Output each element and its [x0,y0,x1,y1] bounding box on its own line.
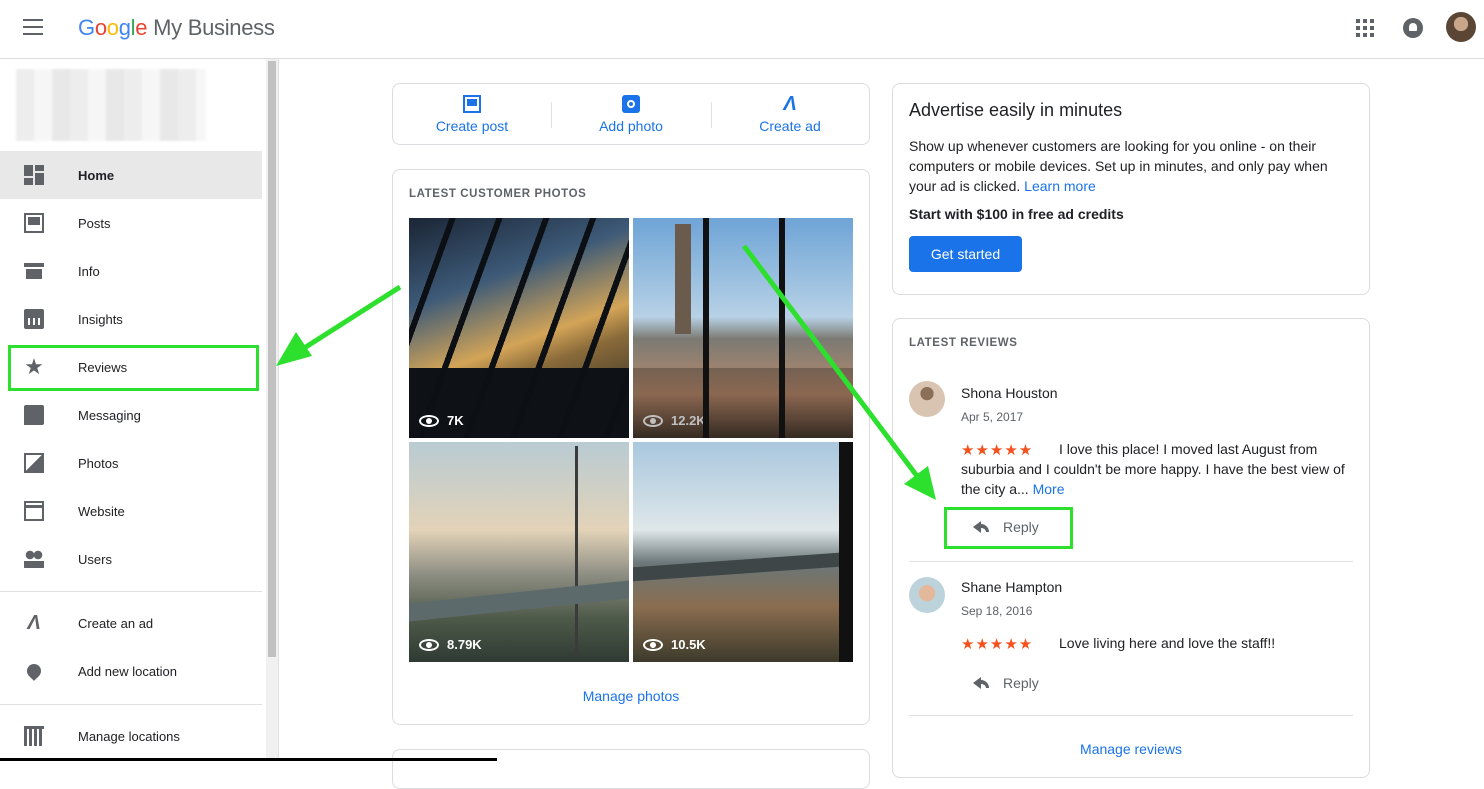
sidebar-item-label: Insights [78,311,123,327]
sidebar-divider [0,704,262,705]
sidebar-divider [0,591,262,592]
sidebar-item-manage-locations[interactable]: Manage locations [0,712,262,760]
view-count: 12.2K [643,413,706,428]
account-avatar[interactable] [1446,12,1476,42]
eye-icon [419,414,439,427]
sidebar-item-info[interactable]: Info [0,247,262,295]
star-rating: ★★★★★ [961,636,1034,653]
advertise-card: Advertise easily in minutes Show up when… [892,83,1370,295]
sidebar-item-label: Home [78,167,115,183]
chat-icon [24,405,44,425]
sidebar-item-insights[interactable]: Insights [0,295,262,343]
sidebar-item-label: Manage locations [78,728,180,744]
next-card [392,749,870,789]
customer-photo-4[interactable]: 10.5K [633,442,853,662]
highlight-box-reviews [8,345,259,391]
sidebar-item-messaging[interactable]: Messaging [0,391,262,439]
review-more-link[interactable]: More [1033,481,1065,497]
add-location-icon [24,661,44,681]
customer-photo-2[interactable]: 12.2K [633,218,853,438]
latest-reviews-card: LATEST REVIEWS Shona Houston Apr 5, 2017… [892,318,1370,778]
hamburger-menu-icon[interactable] [23,19,43,37]
quick-actions-card: Create post Add photo Λ Create ad [392,83,870,145]
sidebar-item-label: Posts [78,215,111,231]
sidebar-item-label: Website [78,503,125,519]
sidebar-item-website[interactable]: Website [0,487,262,535]
scrollbar-thumb[interactable] [268,61,276,657]
website-icon [24,501,44,521]
sidebar-item-label: Add new location [78,663,178,679]
sidebar-item-label: Info [78,263,100,279]
create-ad-button[interactable]: Λ Create ad [711,84,869,144]
sidebar-item-users[interactable]: Users [0,535,262,583]
users-icon [24,549,44,569]
reviewer-name[interactable]: Shane Hampton [961,579,1062,595]
reviewer-avatar[interactable] [909,577,945,613]
review-divider [909,561,1353,562]
view-count: 10.5K [643,637,706,652]
customer-photo-1[interactable]: 7K [409,218,629,438]
eye-icon [643,638,663,651]
ad-card-body: Show up whenever customers are looking f… [909,138,1328,194]
sidebar-item-home[interactable]: Home [0,151,262,199]
learn-more-link[interactable]: Learn more [1024,178,1096,194]
apps-grid-icon[interactable] [1356,19,1374,37]
top-app-bar: Google My Business [0,0,1484,59]
manage-reviews-link[interactable]: Manage reviews [893,741,1369,757]
get-started-button[interactable]: Get started [909,236,1022,272]
storefront-icon [24,261,44,281]
notifications-icon[interactable] [1403,18,1423,38]
section-title: LATEST REVIEWS [909,337,1018,349]
add-photo-label: Add photo [599,118,663,134]
create-post-label: Create post [435,118,509,134]
add-photo-icon [622,95,640,113]
review-date: Sep 18, 2016 [961,604,1033,618]
post-icon [463,95,481,113]
sidebar: Home Posts Info Insights ★ Reviews Messa… [0,59,266,761]
view-count: 7K [419,413,464,428]
building-icon [24,726,44,746]
sidebar-item-label: Users [78,551,112,567]
dashboard-icon [24,165,44,185]
eye-icon [419,638,439,651]
reviewer-name[interactable]: Shona Houston [961,385,1058,401]
sidebar-item-create-ad[interactable]: Λ Create an ad [0,599,262,647]
ads-icon: Λ [783,93,797,115]
photos-icon [24,453,44,473]
sidebar-item-photos[interactable]: Photos [0,439,262,487]
customer-photos-card: LATEST CUSTOMER PHOTOS 7K 12.2K 8.79K 10… [392,169,870,725]
highlight-box-reply [944,507,1073,549]
ads-icon: Λ [27,612,41,634]
create-ad-label: Create ad [759,118,821,134]
sidebar-scrollbar[interactable] [266,59,279,761]
create-post-button[interactable]: Create post [393,84,551,144]
reviewer-avatar[interactable] [909,381,945,417]
review-divider [909,715,1353,716]
sidebar-item-label: Messaging [78,407,141,423]
review-date: Apr 5, 2017 [961,410,1024,424]
product-name: My Business [153,15,275,40]
customer-photo-3[interactable]: 8.79K [409,442,629,662]
sidebar-item-posts[interactable]: Posts [0,199,262,247]
reply-icon [973,677,989,689]
add-photo-button[interactable]: Add photo [552,84,710,144]
view-count: 8.79K [419,637,482,652]
review-text: I love this place! I moved last August f… [961,441,1345,497]
sidebar-item-label: Photos [78,455,119,471]
eye-icon [643,414,663,427]
ad-card-title: Advertise easily in minutes [909,100,1123,120]
arrow-to-reviews [276,284,402,366]
sidebar-item-label: Create an ad [78,615,154,631]
ad-credit-text: Start with $100 in free ad credits [909,206,1124,222]
google-my-business-logo[interactable]: Google My Business [78,15,275,41]
business-name-blurred [16,69,206,141]
insights-icon [24,309,44,329]
manage-photos-link[interactable]: Manage photos [393,688,869,704]
review-text: Love living here and love the staff!! [1059,635,1276,651]
reply-button[interactable]: Reply [973,675,1039,691]
sidebar-item-add-location[interactable]: Add new location [0,647,262,695]
posts-icon [24,213,44,233]
section-title: LATEST CUSTOMER PHOTOS [409,188,587,200]
